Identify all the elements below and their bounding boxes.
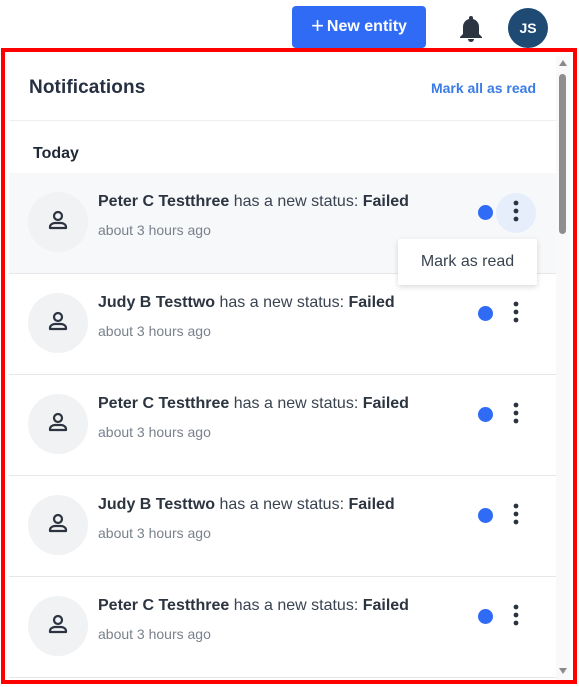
unread-dot-icon [478, 508, 493, 523]
notification-status: Failed [348, 294, 395, 311]
scrollbar-thumb[interactable] [559, 74, 566, 234]
notification-status: Failed [362, 395, 409, 412]
notification-item[interactable]: Judy B Testtwo has a new status: Failed a… [9, 274, 556, 375]
person-icon [47, 613, 69, 640]
notification-text: Peter C Testthree has a new status: Fail… [98, 193, 409, 238]
notification-middle-text: has a new status: [229, 395, 363, 412]
kebab-menu-icon [513, 200, 519, 227]
notification-text: Peter C Testthree has a new status: Fail… [98, 597, 409, 642]
kebab-menu-icon [513, 604, 519, 631]
panel-title: Notifications [29, 77, 146, 98]
panel-header: Notifications Mark all as read [9, 56, 556, 121]
notification-message: Peter C Testthree has a new status: Fail… [98, 597, 409, 615]
unread-dot-icon [478, 609, 493, 624]
notification-person-name[interactable]: Judy B Testtwo [98, 496, 215, 513]
notification-item[interactable]: Peter C Testthree has a new status: Fail… [9, 577, 556, 678]
notification-text: Judy B Testtwo has a new status: Failed a… [98, 496, 395, 541]
notification-status: Failed [362, 193, 409, 210]
notification-time: about 3 hours ago [98, 222, 211, 238]
notification-middle-text: has a new status: [229, 193, 363, 210]
notification-person-name[interactable]: Peter C Testthree [98, 193, 229, 210]
person-icon [47, 310, 69, 337]
notification-middle-text: has a new status: [215, 496, 349, 513]
person-icon [47, 411, 69, 438]
top-bar: + New entity JS [0, 0, 579, 50]
more-options-button[interactable] [496, 294, 536, 334]
notification-time: about 3 hours ago [98, 323, 211, 339]
notification-message: Peter C Testthree has a new status: Fail… [98, 395, 409, 413]
notification-person-name[interactable]: Peter C Testthree [98, 395, 229, 412]
notification-person-name[interactable]: Peter C Testthree [98, 597, 229, 614]
unread-dot-icon [478, 407, 493, 422]
notification-message: Peter C Testthree has a new status: Fail… [98, 193, 409, 211]
notification-status: Failed [362, 597, 409, 614]
scroll-up-arrow-icon[interactable] [559, 60, 567, 66]
bell-icon[interactable] [457, 14, 485, 44]
notifications-panel: Notifications Mark all as read Today Pet… [9, 56, 556, 680]
scroll-down-arrow-icon[interactable] [559, 668, 567, 674]
mark-all-as-read-link[interactable]: Mark all as read [431, 80, 536, 96]
scrollbar[interactable] [556, 56, 570, 680]
notification-message: Judy B Testtwo has a new status: Failed [98, 294, 395, 312]
more-options-button[interactable] [496, 395, 536, 435]
kebab-menu-icon [513, 301, 519, 328]
more-options-button[interactable] [496, 597, 536, 637]
person-avatar [28, 192, 88, 252]
mark-as-read-menu-item[interactable]: Mark as read [398, 239, 537, 285]
notification-status: Failed [348, 496, 395, 513]
notification-time: about 3 hours ago [98, 626, 211, 642]
notification-middle-text: has a new status: [229, 597, 363, 614]
notification-time: about 3 hours ago [98, 424, 211, 440]
section-label-today: Today [33, 145, 79, 162]
person-avatar [28, 596, 88, 656]
person-avatar [28, 394, 88, 454]
person-avatar [28, 495, 88, 555]
unread-dot-icon [478, 306, 493, 321]
person-avatar [28, 293, 88, 353]
person-icon [47, 209, 69, 236]
notification-text: Judy B Testtwo has a new status: Failed a… [98, 294, 395, 339]
more-options-button[interactable] [496, 496, 536, 536]
new-entity-button[interactable]: + New entity [292, 6, 426, 48]
plus-icon: + [311, 13, 324, 38]
notification-middle-text: has a new status: [215, 294, 349, 311]
notification-message: Judy B Testtwo has a new status: Failed [98, 496, 395, 514]
user-avatar[interactable]: JS [508, 8, 548, 48]
notification-person-name[interactable]: Judy B Testtwo [98, 294, 215, 311]
person-icon [47, 512, 69, 539]
notification-item[interactable]: Peter C Testthree has a new status: Fail… [9, 375, 556, 476]
more-options-button[interactable] [496, 193, 536, 233]
notification-text: Peter C Testthree has a new status: Fail… [98, 395, 409, 440]
notification-time: about 3 hours ago [98, 525, 211, 541]
notification-item[interactable]: Judy B Testtwo has a new status: Failed a… [9, 476, 556, 577]
kebab-menu-icon [513, 402, 519, 429]
new-entity-label: New entity [326, 18, 407, 35]
kebab-menu-icon [513, 503, 519, 530]
unread-dot-icon [478, 205, 493, 220]
